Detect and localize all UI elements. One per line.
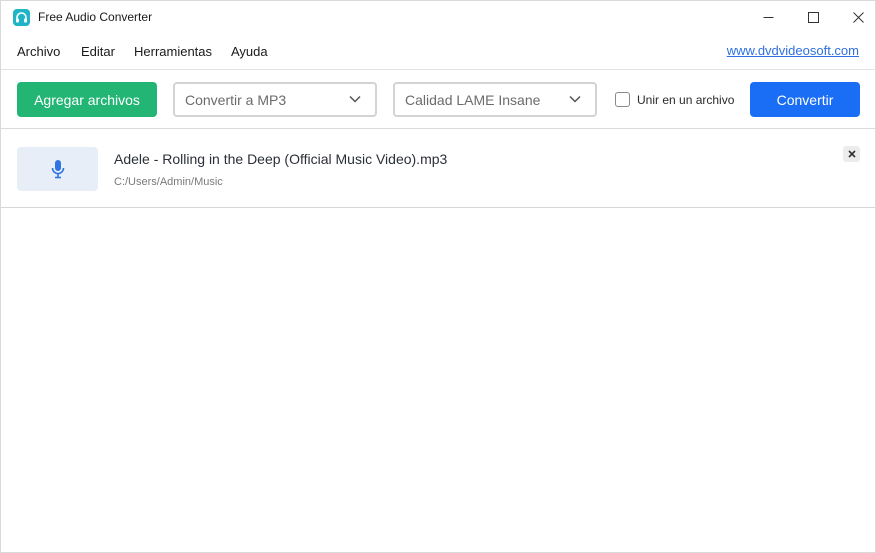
app-window: Free Audio Converter Archivo Editar Herr… [0,0,876,553]
close-icon [847,150,856,158]
remove-file-button[interactable] [843,146,860,162]
file-thumbnail [17,147,98,191]
quality-select-value: Calidad LAME Insane [405,91,541,108]
close-icon [852,12,864,23]
website-link[interactable]: www.dvdvideosoft.com [727,43,859,58]
menu-ayuda[interactable]: Ayuda [231,44,268,59]
menu-archivo[interactable]: Archivo [17,44,60,59]
convert-button[interactable]: Convertir [750,82,860,117]
chevron-down-icon [349,95,361,103]
file-list-item[interactable]: Adele - Rolling in the Deep (Official Mu… [1,130,875,208]
toolbar: Agregar archivos Convertir a MP3 Calidad… [1,70,875,129]
headphones-icon [13,9,30,26]
minimize-button[interactable] [745,1,791,34]
maximize-button[interactable] [790,1,836,34]
menu-herramientas[interactable]: Herramientas [134,44,212,59]
chevron-down-icon [569,95,581,103]
maximize-icon [807,12,819,23]
add-files-button[interactable]: Agregar archivos [17,82,157,117]
close-button[interactable] [835,1,876,34]
format-select[interactable]: Convertir a MP3 [173,82,377,117]
menu-bar: Archivo Editar Herramientas Ayuda www.dv… [1,34,875,70]
minimize-icon [763,17,773,18]
window-title: Free Audio Converter [38,10,153,24]
file-path: C:/Users/Admin/Music [114,176,223,188]
file-name: Adele - Rolling in the Deep (Official Mu… [114,151,448,167]
format-select-value: Convertir a MP3 [185,91,287,108]
menu-editar[interactable]: Editar [81,44,115,59]
merge-checkbox-label[interactable]: Unir en un archivo [637,93,734,107]
microphone-icon [51,160,64,179]
title-bar: Free Audio Converter [1,1,875,34]
quality-select[interactable]: Calidad LAME Insane [393,82,597,117]
merge-checkbox[interactable] [615,92,630,107]
